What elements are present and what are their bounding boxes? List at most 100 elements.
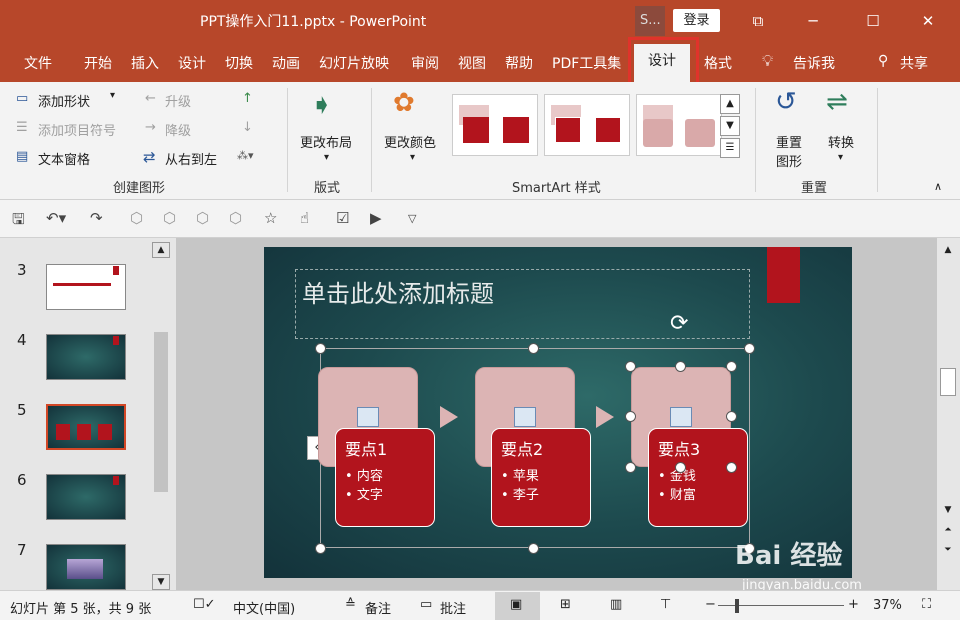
add-shape-button[interactable]: 添加形状: [38, 91, 90, 110]
shape-icon[interactable]: ⬡: [196, 209, 209, 227]
tab-review[interactable]: 审阅: [411, 53, 439, 73]
tab-pdf-tools[interactable]: PDF工具集: [552, 53, 621, 73]
zoom-level[interactable]: 37%: [873, 598, 902, 613]
demote-button[interactable]: 降级: [165, 120, 191, 139]
slide-sorter-icon[interactable]: ⊞: [560, 597, 571, 612]
tab-help[interactable]: 帮助: [505, 53, 533, 73]
resize-handle[interactable]: [625, 411, 636, 422]
fit-to-window-icon[interactable]: ⛶: [922, 597, 931, 612]
slideshow-view-icon[interactable]: ⊤: [660, 597, 671, 612]
spellcheck-icon[interactable]: ☐✓: [193, 597, 216, 612]
tell-me-search[interactable]: 告诉我: [793, 53, 835, 73]
resize-handle[interactable]: [625, 462, 636, 473]
scroll-down-icon[interactable]: ▼: [152, 574, 170, 590]
tab-home[interactable]: 开始: [84, 53, 112, 73]
change-layout-button[interactable]: 更改布局: [300, 132, 352, 151]
check-icon[interactable]: ☑: [336, 209, 349, 227]
resize-handle[interactable]: [528, 543, 539, 554]
rtl-button[interactable]: 从右到左: [165, 149, 217, 168]
slide-thumbnail[interactable]: [46, 334, 126, 380]
convert-button[interactable]: 转换: [828, 132, 854, 151]
close-icon[interactable]: ✕: [915, 8, 941, 34]
resize-handle[interactable]: [726, 462, 737, 473]
scroll-up-icon[interactable]: ▲: [940, 242, 956, 258]
tab-transitions[interactable]: 切换: [225, 53, 253, 73]
normal-view-button[interactable]: ▣: [495, 592, 540, 620]
zoom-in-icon[interactable]: +: [848, 597, 859, 612]
move-down-icon[interactable]: ↓: [242, 120, 253, 135]
text-pane-button[interactable]: 文本窗格: [38, 149, 90, 168]
promote-button[interactable]: 升级: [165, 91, 191, 110]
comments-button[interactable]: 批注: [440, 598, 466, 617]
picture-placeholder-icon[interactable]: [514, 407, 536, 427]
shape-icon[interactable]: ⬡: [163, 209, 176, 227]
notes-button[interactable]: 备注: [365, 598, 391, 617]
language-status[interactable]: 中文(中国): [233, 598, 295, 617]
canvas-scrollbar[interactable]: ▲ ▼ ⏶ ⏷: [937, 238, 960, 590]
rotate-handle-icon[interactable]: ⟳: [670, 311, 688, 336]
resize-handle[interactable]: [744, 343, 755, 354]
gallery-up-icon[interactable]: ▲: [720, 94, 740, 114]
zoom-out-icon[interactable]: −: [705, 597, 716, 612]
tab-view[interactable]: 视图: [458, 53, 486, 73]
picture-placeholder-icon[interactable]: [670, 407, 692, 427]
resize-handle[interactable]: [625, 361, 636, 372]
minimize-icon[interactable]: ─: [800, 8, 826, 34]
scroll-thumb[interactable]: [940, 368, 956, 396]
zoom-slider-thumb[interactable]: [735, 599, 739, 613]
picture-placeholder-icon[interactable]: [357, 407, 379, 427]
gallery-more-icon[interactable]: ☰: [720, 138, 740, 158]
chevron-down-icon[interactable]: ▾: [110, 90, 115, 101]
slide[interactable]: 单击此处添加标题 ‹ 要点1 • 内容 • 文字 要点2 • 苹果 • 李子 要…: [264, 247, 852, 578]
scroll-down-icon[interactable]: ▼: [940, 502, 956, 518]
next-slide-icon[interactable]: ⏷: [940, 542, 956, 558]
chevron-down-icon[interactable]: ▾: [838, 152, 843, 163]
undo-icon[interactable]: ↶▾: [46, 209, 66, 227]
resize-handle[interactable]: [726, 361, 737, 372]
gallery-down-icon[interactable]: ▼: [720, 116, 740, 136]
style-swatch-3[interactable]: [636, 94, 722, 156]
move-up-icon[interactable]: ↑: [242, 91, 253, 106]
resize-handle[interactable]: [528, 343, 539, 354]
customize-icon[interactable]: ▽: [408, 212, 416, 225]
tab-file[interactable]: 文件: [24, 53, 52, 73]
ribbon-display-icon[interactable]: ⧉: [745, 8, 771, 34]
present-icon[interactable]: ▶: [370, 209, 382, 227]
style-swatch-2[interactable]: [544, 94, 630, 156]
redo-icon[interactable]: ↷: [90, 209, 103, 227]
layout-small-icon[interactable]: ⁂▾: [237, 149, 254, 162]
shape-icon[interactable]: ⬡: [130, 209, 143, 227]
text-card[interactable]: 要点2 • 苹果 • 李子: [491, 428, 591, 527]
prev-slide-icon[interactable]: ⏶: [940, 522, 956, 538]
maximize-icon[interactable]: ☐: [860, 8, 886, 34]
reset-graphic-label[interactable]: 图形: [776, 151, 802, 170]
resize-handle[interactable]: [315, 543, 326, 554]
style-swatch-1[interactable]: [452, 94, 538, 156]
slide-thumbnail[interactable]: [46, 264, 126, 310]
text-card[interactable]: 要点1 • 内容 • 文字: [335, 428, 435, 527]
scroll-thumb[interactable]: [154, 332, 168, 492]
reset-graphic-button[interactable]: 重置: [776, 132, 802, 151]
slide-thumbnail-selected[interactable]: [46, 404, 126, 450]
scroll-up-icon[interactable]: ▲: [152, 242, 170, 258]
resize-handle[interactable]: [675, 462, 686, 473]
collapse-ribbon-icon[interactable]: ∧: [934, 180, 942, 193]
user-switch-button[interactable]: S...: [635, 6, 665, 36]
tab-insert[interactable]: 插入: [131, 53, 159, 73]
save-icon[interactable]: 🖫︎: [12, 209, 25, 234]
tab-animations[interactable]: 动画: [272, 53, 300, 73]
chevron-down-icon[interactable]: ▾: [410, 152, 415, 163]
star-icon[interactable]: ☆: [264, 209, 277, 227]
tab-format[interactable]: 格式: [704, 53, 732, 73]
change-color-button[interactable]: 更改颜色: [384, 132, 436, 151]
resize-handle[interactable]: [726, 411, 737, 422]
resize-handle[interactable]: [675, 361, 686, 372]
chevron-down-icon[interactable]: ▾: [324, 152, 329, 163]
touch-icon[interactable]: ☝: [300, 209, 309, 227]
resize-handle[interactable]: [315, 343, 326, 354]
tab-slideshow[interactable]: 幻灯片放映: [319, 53, 389, 73]
share-button[interactable]: 共享: [900, 53, 928, 73]
tab-design[interactable]: 设计: [178, 53, 206, 73]
slide-thumbnail[interactable]: [46, 544, 126, 590]
slide-thumbnail[interactable]: [46, 474, 126, 520]
